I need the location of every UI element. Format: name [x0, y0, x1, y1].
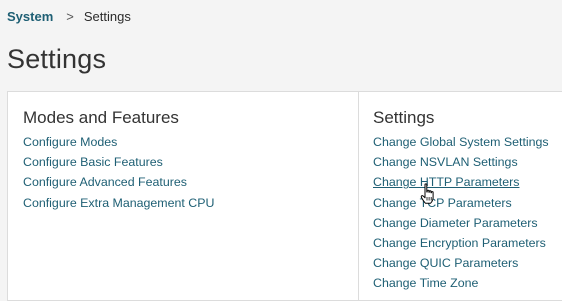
change-http-parameters-link[interactable]: Change HTTP Parameters	[373, 172, 549, 192]
change-quic-parameters-link[interactable]: Change QUIC Parameters	[373, 253, 549, 273]
breadcrumb-system-link[interactable]: System	[7, 9, 53, 24]
change-time-zone-link[interactable]: Change Time Zone	[373, 273, 549, 293]
configure-extra-management-cpu-link[interactable]: Configure Extra Management CPU	[23, 193, 214, 213]
settings-list: Change Global System Settings Change NSV…	[373, 132, 549, 294]
configure-basic-features-link[interactable]: Configure Basic Features	[23, 152, 214, 172]
configure-modes-link[interactable]: Configure Modes	[23, 132, 214, 152]
change-nsvlan-settings-link[interactable]: Change NSVLAN Settings	[373, 152, 549, 172]
breadcrumb-current: Settings	[83, 8, 131, 24]
settings-section: Settings Change Global System Settings C…	[359, 92, 562, 300]
change-global-system-settings-link[interactable]: Change Global System Settings	[373, 132, 549, 152]
breadcrumb-chevron-icon: >	[66, 8, 74, 24]
change-encryption-parameters-link[interactable]: Change Encryption Parameters	[373, 233, 549, 253]
change-diameter-parameters-link[interactable]: Change Diameter Parameters	[373, 213, 549, 233]
breadcrumb: System > Settings	[7, 7, 131, 25]
settings-panel: Modes and Features Configure Modes Confi…	[7, 91, 562, 301]
modes-features-section: Modes and Features Configure Modes Confi…	[8, 92, 359, 300]
change-tcp-parameters-link[interactable]: Change TCP Parameters	[373, 193, 549, 213]
page-title: Settings	[7, 44, 107, 74]
configure-advanced-features-link[interactable]: Configure Advanced Features	[23, 172, 214, 192]
modes-features-title: Modes and Features	[23, 108, 179, 127]
modes-features-list: Configure Modes Configure Basic Features…	[23, 132, 214, 213]
settings-section-title: Settings	[373, 108, 435, 127]
